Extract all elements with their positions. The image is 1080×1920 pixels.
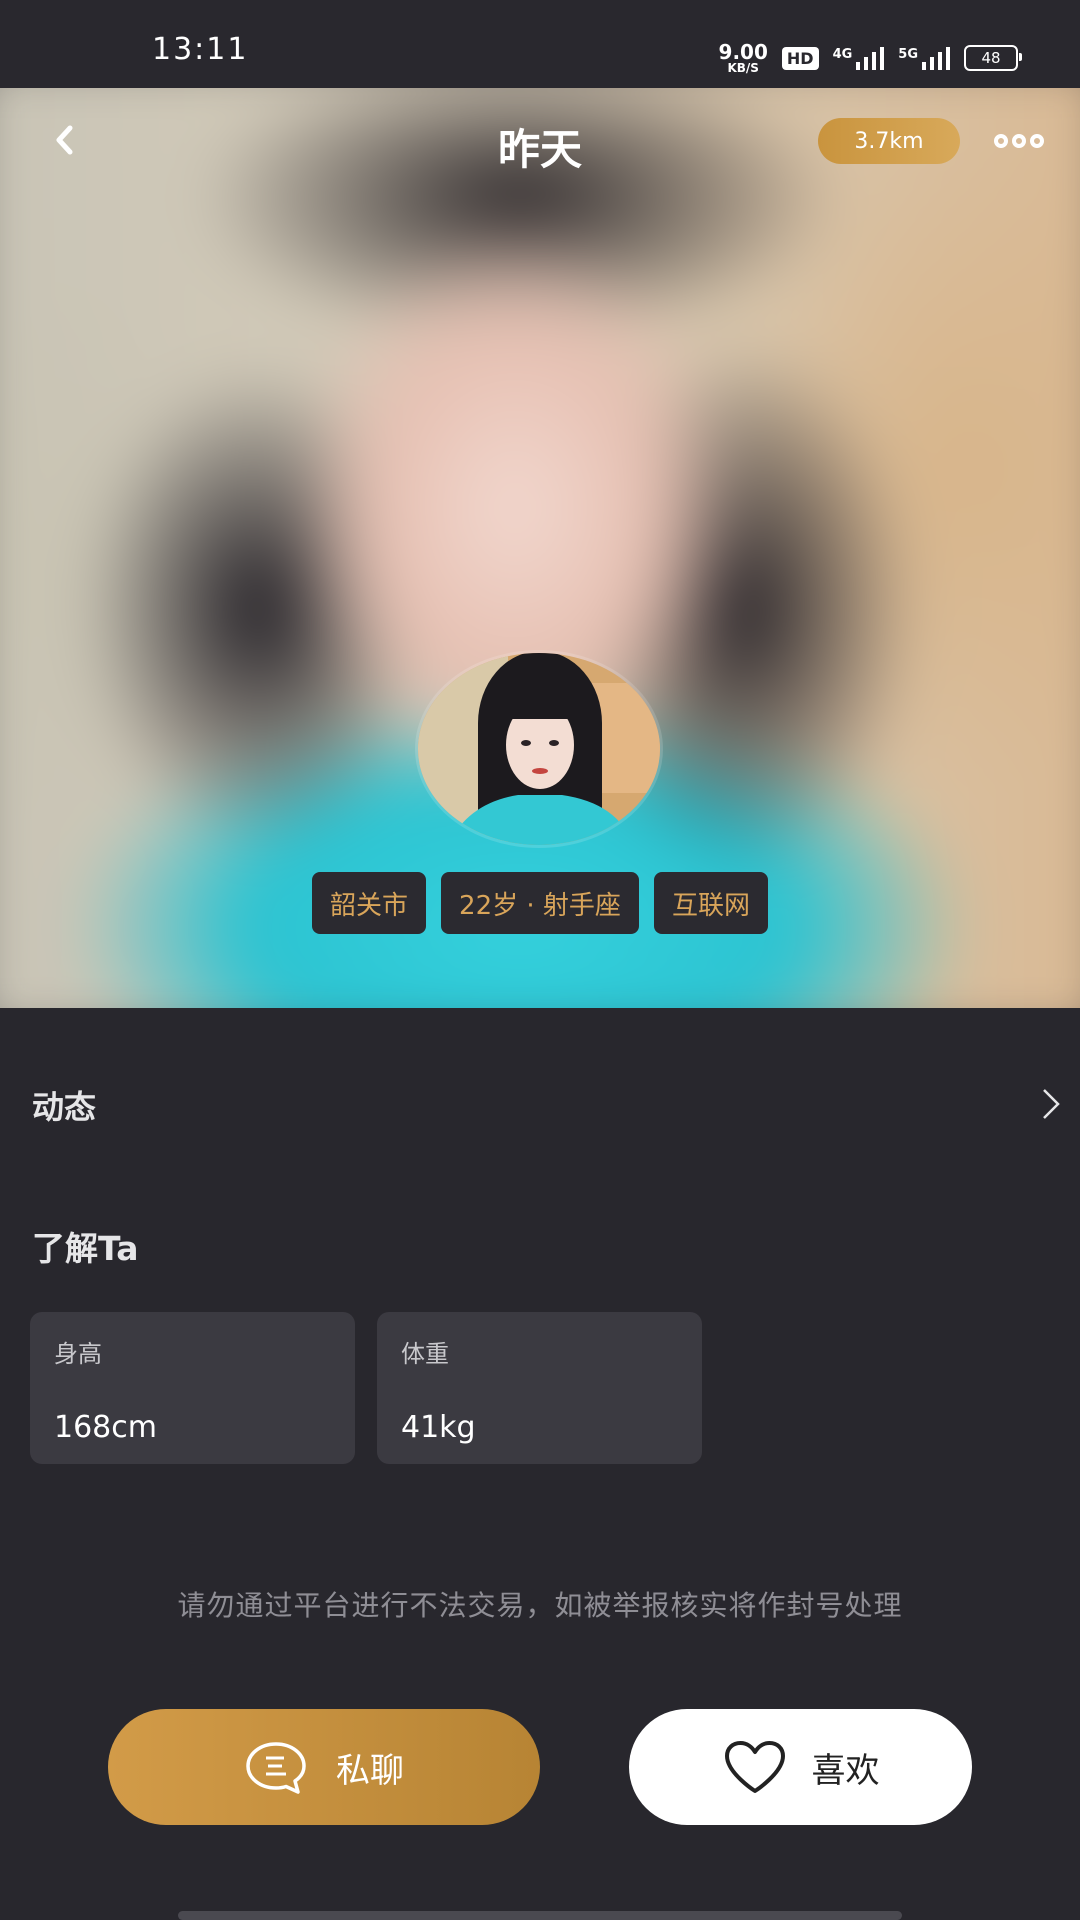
more-dot-icon [994, 134, 1008, 148]
signal-5g-icon: 5G [898, 46, 950, 70]
status-time: 13:11 [152, 32, 249, 67]
like-label: 喜欢 [811, 1750, 880, 1791]
height-card: 身高 168cm [30, 1312, 355, 1464]
safety-notice: 请勿通过平台进行不法交易，如被举报核实将作封号处理 [177, 1589, 903, 1622]
profile-tags: 韶关市 22岁 · 射手座 互联网 [0, 872, 1080, 934]
tag-age-zodiac: 22岁 · 射手座 [441, 872, 639, 934]
weight-key: 体重 [401, 1340, 449, 1368]
signal-5g-label: 5G [898, 46, 918, 62]
profile-hero: 昨天 3.7km 韶关市 22岁 · 射手座 互联网 [0, 88, 1080, 1008]
battery-icon: 48 [964, 45, 1022, 71]
height-key: 身高 [54, 1340, 102, 1368]
blurred-cover-photo [0, 88, 1080, 1008]
network-speed-unit: KB/S [727, 61, 759, 75]
avatar[interactable] [418, 653, 660, 845]
chat-bubble-icon [246, 1742, 306, 1794]
weight-value: 41kg [401, 1410, 476, 1445]
chevron-right-icon [1043, 1089, 1060, 1119]
private-chat-label: 私聊 [336, 1750, 404, 1791]
about-title: 了解Ta [32, 1229, 139, 1268]
distance-badge: 3.7km [818, 118, 960, 164]
status-bar: 13:11 9.00 KB/S HD 4G 5G 48 [0, 0, 1080, 88]
about-cards: 身高 168cm 体重 41kg [30, 1312, 702, 1464]
heart-icon [724, 1741, 785, 1793]
status-indicators: 9.00 KB/S HD 4G 5G 48 [719, 38, 1022, 78]
more-dot-icon [1012, 134, 1026, 148]
more-options-button[interactable] [994, 128, 1048, 154]
battery-level: 48 [981, 49, 1001, 67]
tag-industry: 互联网 [653, 872, 768, 934]
height-value: 168cm [54, 1410, 157, 1445]
signal-4g-label: 4G [832, 46, 853, 62]
moments-row[interactable]: 动态 [0, 1048, 1080, 1158]
moments-label: 动态 [32, 1088, 97, 1126]
more-dot-icon [1030, 134, 1044, 148]
signal-4g-icon: 4G [832, 46, 885, 70]
home-indicator[interactable] [178, 1911, 902, 1920]
weight-card: 体重 41kg [377, 1312, 702, 1464]
network-speed-value: 9.00 [718, 40, 768, 64]
tag-city: 韶关市 [312, 872, 427, 934]
avatar-photo [418, 653, 660, 845]
private-chat-button[interactable]: 私聊 [108, 1709, 540, 1825]
hd-icon: HD [781, 46, 819, 70]
like-button[interactable]: 喜欢 [629, 1709, 972, 1825]
network-speed: 9.00 KB/S [719, 42, 768, 74]
